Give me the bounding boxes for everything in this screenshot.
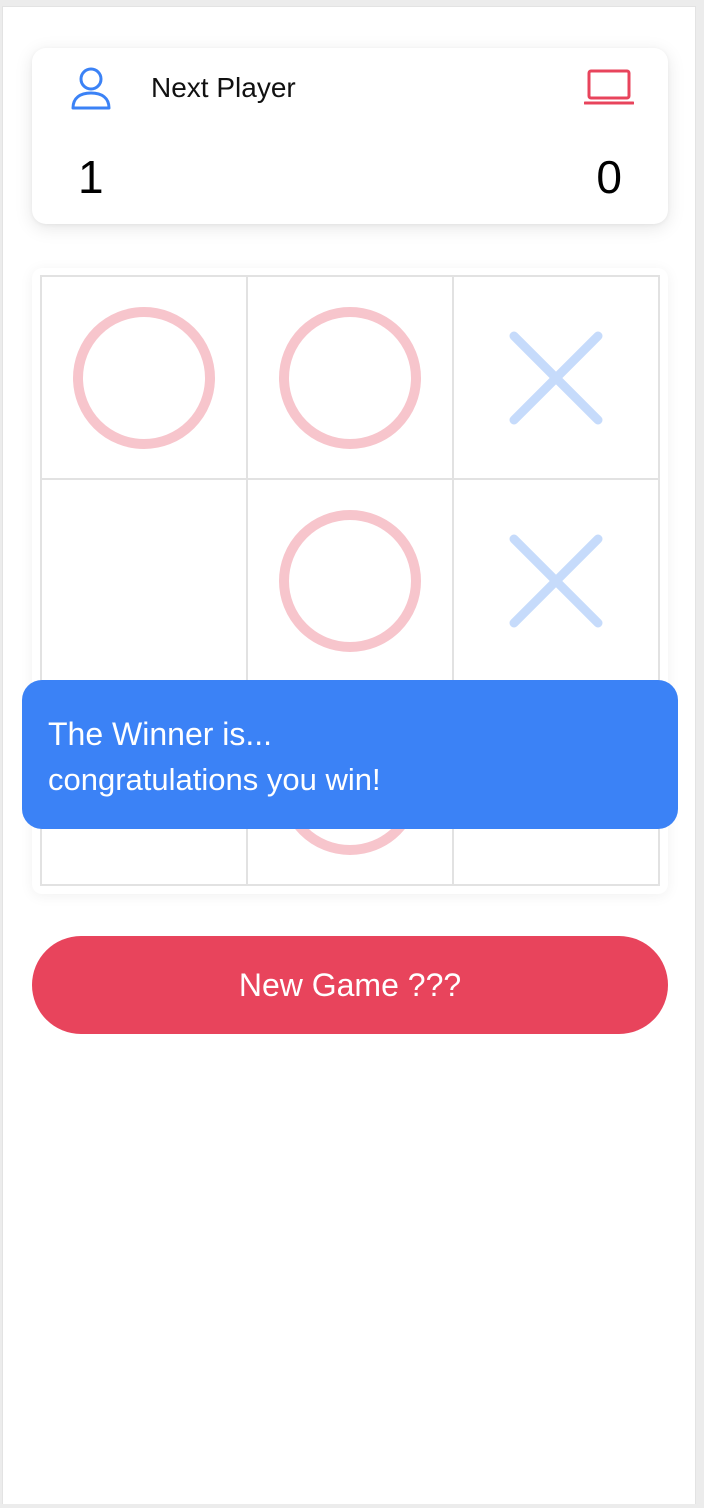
player-score: 1 bbox=[78, 151, 104, 203]
computer-score: 0 bbox=[596, 151, 622, 203]
board-cell[interactable] bbox=[247, 276, 453, 479]
board-cell[interactable] bbox=[41, 479, 247, 682]
o-mark-icon bbox=[73, 306, 215, 449]
board-cell[interactable] bbox=[247, 479, 453, 682]
toast-title: The Winner is... bbox=[48, 716, 273, 752]
x-mark-icon bbox=[509, 331, 603, 424]
board-cell[interactable] bbox=[41, 276, 247, 479]
board-cell[interactable] bbox=[453, 276, 659, 479]
o-mark-icon bbox=[279, 509, 421, 652]
winner-toast: The Winner is... congratulations you win… bbox=[22, 680, 678, 829]
next-player-label: Next Player bbox=[151, 72, 296, 103]
laptop-icon bbox=[583, 68, 635, 106]
score-card bbox=[32, 48, 668, 224]
new-game-button[interactable]: New Game ??? bbox=[32, 936, 668, 1034]
board-cell[interactable] bbox=[453, 479, 659, 682]
toast-message: congratulations you win! bbox=[48, 762, 381, 797]
x-mark-icon bbox=[509, 534, 603, 627]
user-icon bbox=[70, 66, 112, 110]
o-mark-icon bbox=[279, 306, 421, 449]
